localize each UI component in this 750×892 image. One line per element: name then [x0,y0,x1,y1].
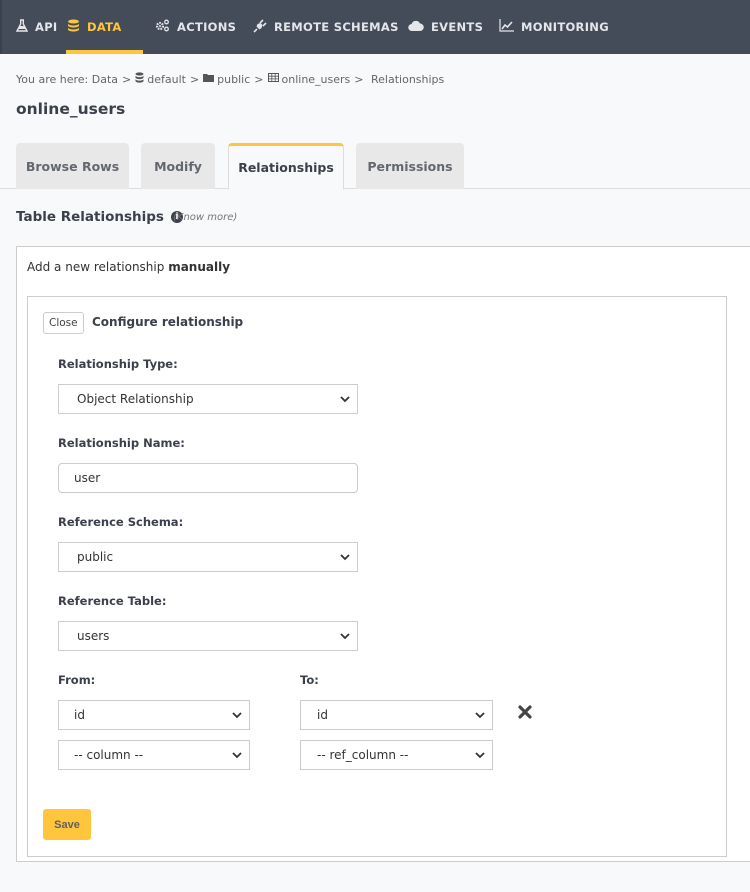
heading-prefix: Add a new relationship [27,260,165,274]
breadcrumb-prefix: You are here: [16,72,89,86]
cogs-icon [155,19,170,35]
from-column-select-empty[interactable]: -- column -- [58,740,250,770]
heading-bold: manually [168,260,231,274]
select-value: users [77,629,110,643]
nav-label: REMOTE SCHEMAS [274,20,399,34]
chevron-down-icon [340,396,350,403]
chevron-down-icon [232,752,242,759]
configure-relationship-title: Configure relationship [92,315,244,329]
nav-label: ACTIONS [177,20,237,34]
tab-permissions[interactable]: Permissions [356,143,464,189]
chevron-down-icon [340,554,350,561]
breadcrumb: You are here: Data > default > public > … [16,72,444,86]
from-label: From: [58,673,96,687]
input-value: user [74,471,101,485]
to-label: To: [300,673,319,687]
select-value: public [77,550,114,564]
select-value: id [317,708,328,722]
relationship-type-select[interactable]: Object Relationship [58,384,358,414]
select-value: id [74,708,85,722]
breadcrumb-separator: > [254,72,264,86]
nav-label: API [35,20,58,34]
breadcrumb-separator: > [354,72,364,86]
table-icon [267,73,279,85]
remove-mapping-icon[interactable] [518,705,532,723]
chevron-down-icon [475,752,485,759]
relationship-name-input[interactable]: user [58,463,358,493]
database-icon [135,72,144,86]
relationship-name-label: Relationship Name: [58,436,185,450]
folder-icon [203,73,215,85]
section-title: Table Relationships i [16,209,183,225]
chevron-down-icon [340,633,350,640]
nav-item-monitoring[interactable]: MONITORING [499,0,609,54]
reference-table-label: Reference Table: [58,594,167,608]
database-icon [67,19,80,36]
nav-item-remote-schemas[interactable]: REMOTE SCHEMAS [253,0,399,54]
breadcrumb-item-relationships: Relationships [371,72,445,86]
tab-modify[interactable]: Modify [141,143,215,189]
select-value: -- column -- [74,748,144,762]
nav-label: MONITORING [521,20,609,34]
plug-icon [253,18,267,36]
save-button[interactable]: Save [43,809,91,840]
reference-table-select[interactable]: users [58,621,358,651]
tab-browse-rows[interactable]: Browse Rows [16,143,129,189]
chevron-down-icon [232,712,242,719]
add-relationship-heading: Add a new relationship manually [27,260,230,274]
page-title: online_users [16,100,126,118]
breadcrumb-item-online-users[interactable]: online_users [282,73,351,86]
nav-item-actions[interactable]: ACTIONS [155,0,236,54]
nav-label: EVENTS [431,20,484,34]
nav-item-events[interactable]: EVENTS [408,0,483,54]
reference-schema-label: Reference Schema: [58,515,184,529]
breadcrumb-separator: > [189,72,200,86]
configure-relationship-panel: Close Configure relationship Relationshi… [27,296,727,857]
nav-item-data[interactable]: DATA [66,0,143,54]
section-title-text: Table Relationships [16,209,164,225]
to-column-select-empty[interactable]: -- ref_column -- [300,740,493,770]
add-relationship-panel: Add a new relationship manually Close Co… [16,246,750,862]
breadcrumb-separator: > [122,72,132,86]
relationship-type-label: Relationship Type: [58,357,178,371]
from-column-select[interactable]: id [58,700,250,730]
top-navigation: API DATA ACTIONS REMOTE SCHEMAS EVENTS M… [0,0,750,54]
select-value: Object Relationship [77,392,194,406]
know-more-link[interactable]: (Know more) [173,212,237,223]
breadcrumb-item-data[interactable]: Data [92,73,118,86]
flask-icon [15,19,29,35]
line-chart-icon [499,19,514,35]
tab-relationships[interactable]: Relationships [228,143,344,190]
nav-item-api[interactable]: API [15,0,58,54]
close-button[interactable]: Close [43,312,84,334]
breadcrumb-item-default[interactable]: default [147,73,186,86]
breadcrumb-item-public[interactable]: public [217,73,250,86]
nav-label: DATA [87,20,122,34]
to-column-select[interactable]: id [300,700,493,730]
reference-schema-select[interactable]: public [58,542,358,572]
chevron-down-icon [475,712,485,719]
cloud-icon [408,20,424,34]
select-value: -- ref_column -- [317,748,409,762]
